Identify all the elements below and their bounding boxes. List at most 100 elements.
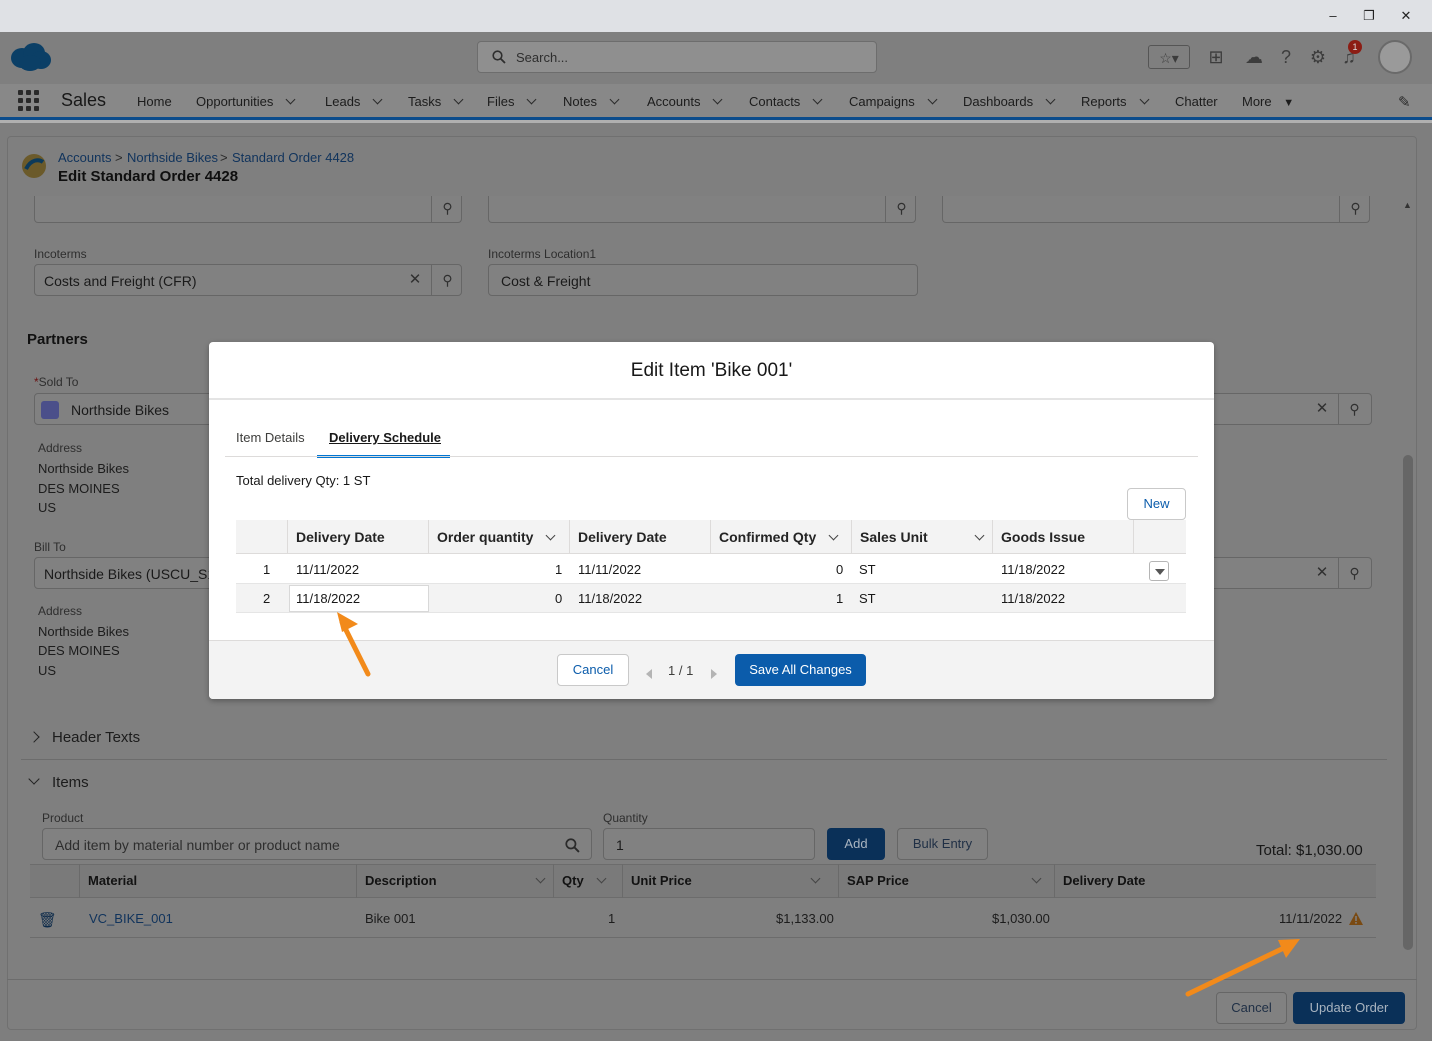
column-header-qty[interactable]: Qty [562,873,607,888]
cell-delivery-date-2[interactable]: 11/11/2022 [578,562,641,577]
global-search-input[interactable]: Search... [477,41,877,73]
scroll-up-icon[interactable]: ▲ [1403,200,1412,210]
nav-item-reports[interactable]: Reports [1081,94,1149,109]
column-header-order-quantity[interactable]: Order quantity [437,529,556,545]
save-all-changes-button[interactable]: Save All Changes [735,654,866,686]
row-actions-dropdown-icon[interactable] [1149,561,1169,581]
nav-item-campaigns[interactable]: Campaigns [849,94,938,109]
lookup-field-3[interactable]: ⚲ [942,196,1370,223]
warning-icon[interactable] [1348,911,1364,926]
previous-page-icon[interactable] [646,669,652,679]
incoterms-location-value: Cost & Freight [501,273,591,289]
bill-to-field[interactable]: Northside Bikes (USCU_S15 [34,557,234,589]
table-row[interactable]: 1 11/11/2022 1 11/11/2022 0 ST 11/18/202… [236,555,1186,584]
bill-to-field-right[interactable]: ✕ ⚲ [1212,557,1372,589]
clear-icon[interactable]: ✕ [1306,558,1338,588]
sold-to-address-line: US [38,500,57,515]
search-icon[interactable] [565,838,580,853]
help-icon[interactable]: ? [1274,45,1298,69]
nav-item-files[interactable]: Files [487,94,537,109]
column-header-unit-price[interactable]: Unit Price [631,873,821,888]
column-header-delivery-date[interactable]: Delivery Date [296,529,385,545]
search-icon[interactable]: ⚲ [1338,558,1370,588]
nav-item-accounts[interactable]: Accounts [647,94,723,109]
column-header-goods-issue[interactable]: Goods Issue [1001,529,1085,545]
new-schedule-line-button[interactable]: New [1127,488,1186,520]
search-icon[interactable]: ⚲ [885,196,917,222]
chevron-down-icon [609,94,620,105]
column-header-material[interactable]: Material [88,873,137,888]
header-texts-section[interactable]: Header Texts [28,729,140,746]
cell-order-quantity[interactable]: 0 [555,591,562,606]
column-header-delivery-date-2[interactable]: Delivery Date [578,529,667,545]
tab-delivery-schedule[interactable]: Delivery Schedule [329,430,441,445]
bulk-entry-button[interactable]: Bulk Entry [897,828,988,860]
lookup-field-1[interactable]: ⚲ [34,196,462,223]
quantity-input[interactable]: 1 [603,828,815,860]
avatar[interactable] [1378,40,1412,74]
minimize-icon[interactable]: – [1323,6,1343,26]
breadcrumb-account-name[interactable]: Northside Bikes [127,150,218,165]
product-search-input[interactable]: Add item by material number or product n… [42,828,592,860]
search-icon[interactable]: ⚲ [431,265,463,295]
modal-cancel-button[interactable]: Cancel [557,654,629,686]
nav-item-home[interactable]: Home [137,94,172,109]
column-header-confirmed-qty[interactable]: Confirmed Qty [719,529,839,545]
breadcrumb-accounts[interactable]: Accounts [58,150,111,165]
items-section[interactable]: Items [28,773,89,791]
lookup-field-2[interactable]: ⚲ [488,196,916,223]
nav-item-contacts[interactable]: Contacts [749,94,823,109]
close-icon[interactable]: ✕ [1396,6,1416,26]
nav-item-more[interactable]: More ▼ [1242,94,1294,109]
app-name: Sales [61,90,107,110]
column-header-sap-price[interactable]: SAP Price [847,873,1042,888]
clear-icon[interactable]: ✕ [1306,394,1338,424]
nav-item-leads[interactable]: Leads [325,94,383,109]
bill-to-label: Bill To [34,540,66,554]
nav-item-dashboards[interactable]: Dashboards [963,94,1056,109]
chevron-down-icon [1031,873,1042,884]
bill-to-value: Northside Bikes (USCU_S15 [44,566,223,582]
material-link[interactable]: VC_BIKE_001 [89,911,173,926]
cell-delivery-date[interactable]: 11/11/2022 [296,562,359,577]
cell-delivery-date-2[interactable]: 11/18/2022 [578,591,642,606]
page-scrollbar[interactable] [1403,455,1413,950]
incoterms-location-field[interactable]: Cost & Freight [488,264,918,296]
chevron-down-icon [527,94,537,105]
restore-icon[interactable]: ❐ [1359,6,1379,26]
sold-to-field[interactable]: Northside Bikes [34,393,234,425]
chevron-down-icon [828,530,839,541]
search-icon[interactable]: ⚲ [431,196,463,222]
global-actions-icon[interactable]: ⊞ [1204,45,1228,69]
search-icon[interactable]: ⚲ [1339,196,1371,222]
column-header-delivery-date[interactable]: Delivery Date [1063,873,1145,888]
add-button[interactable]: Add [827,828,885,860]
quantity-label: Quantity [603,811,648,825]
chevron-down-icon [1045,94,1056,105]
incoterms-field[interactable]: Costs and Freight (CFR) ✕ ⚲ [34,264,462,296]
column-header-sales-unit[interactable]: Sales Unit [860,529,985,545]
tab-item-details[interactable]: Item Details [236,430,305,445]
gear-icon[interactable]: ⚙ [1306,45,1330,69]
sold-to-address-line: DES MOINES [38,481,120,496]
product-label: Product [42,811,84,825]
salesforce-logo-icon[interactable] [10,42,52,72]
edit-nav-pencil-icon[interactable]: ✎ [1398,93,1411,111]
nav-item-tasks[interactable]: Tasks [408,94,464,109]
sold-to-field-right[interactable]: ✕ ⚲ [1212,393,1372,425]
search-icon[interactable]: ⚲ [1338,394,1370,424]
nav-item-notes[interactable]: Notes [563,94,620,109]
breadcrumb-order[interactable]: Standard Order 4428 [232,150,354,165]
next-page-icon[interactable] [711,669,717,679]
nav-item-chatter[interactable]: Chatter [1175,94,1218,109]
app-launcher-icon[interactable] [18,90,40,112]
trailhead-icon[interactable]: ☁ [1242,45,1266,69]
update-order-button[interactable]: Update Order [1293,992,1405,1024]
nav-item-opportunities[interactable]: Opportunities [196,94,296,109]
clear-icon[interactable]: ✕ [399,265,431,295]
cell-order-quantity[interactable]: 1 [555,562,562,577]
column-header-description[interactable]: Description [365,873,545,888]
delete-row-icon[interactable]: 🗑 [38,911,57,929]
row-number: 2 [263,591,271,606]
favorites-star-icon[interactable]: ☆▾ [1148,45,1190,69]
